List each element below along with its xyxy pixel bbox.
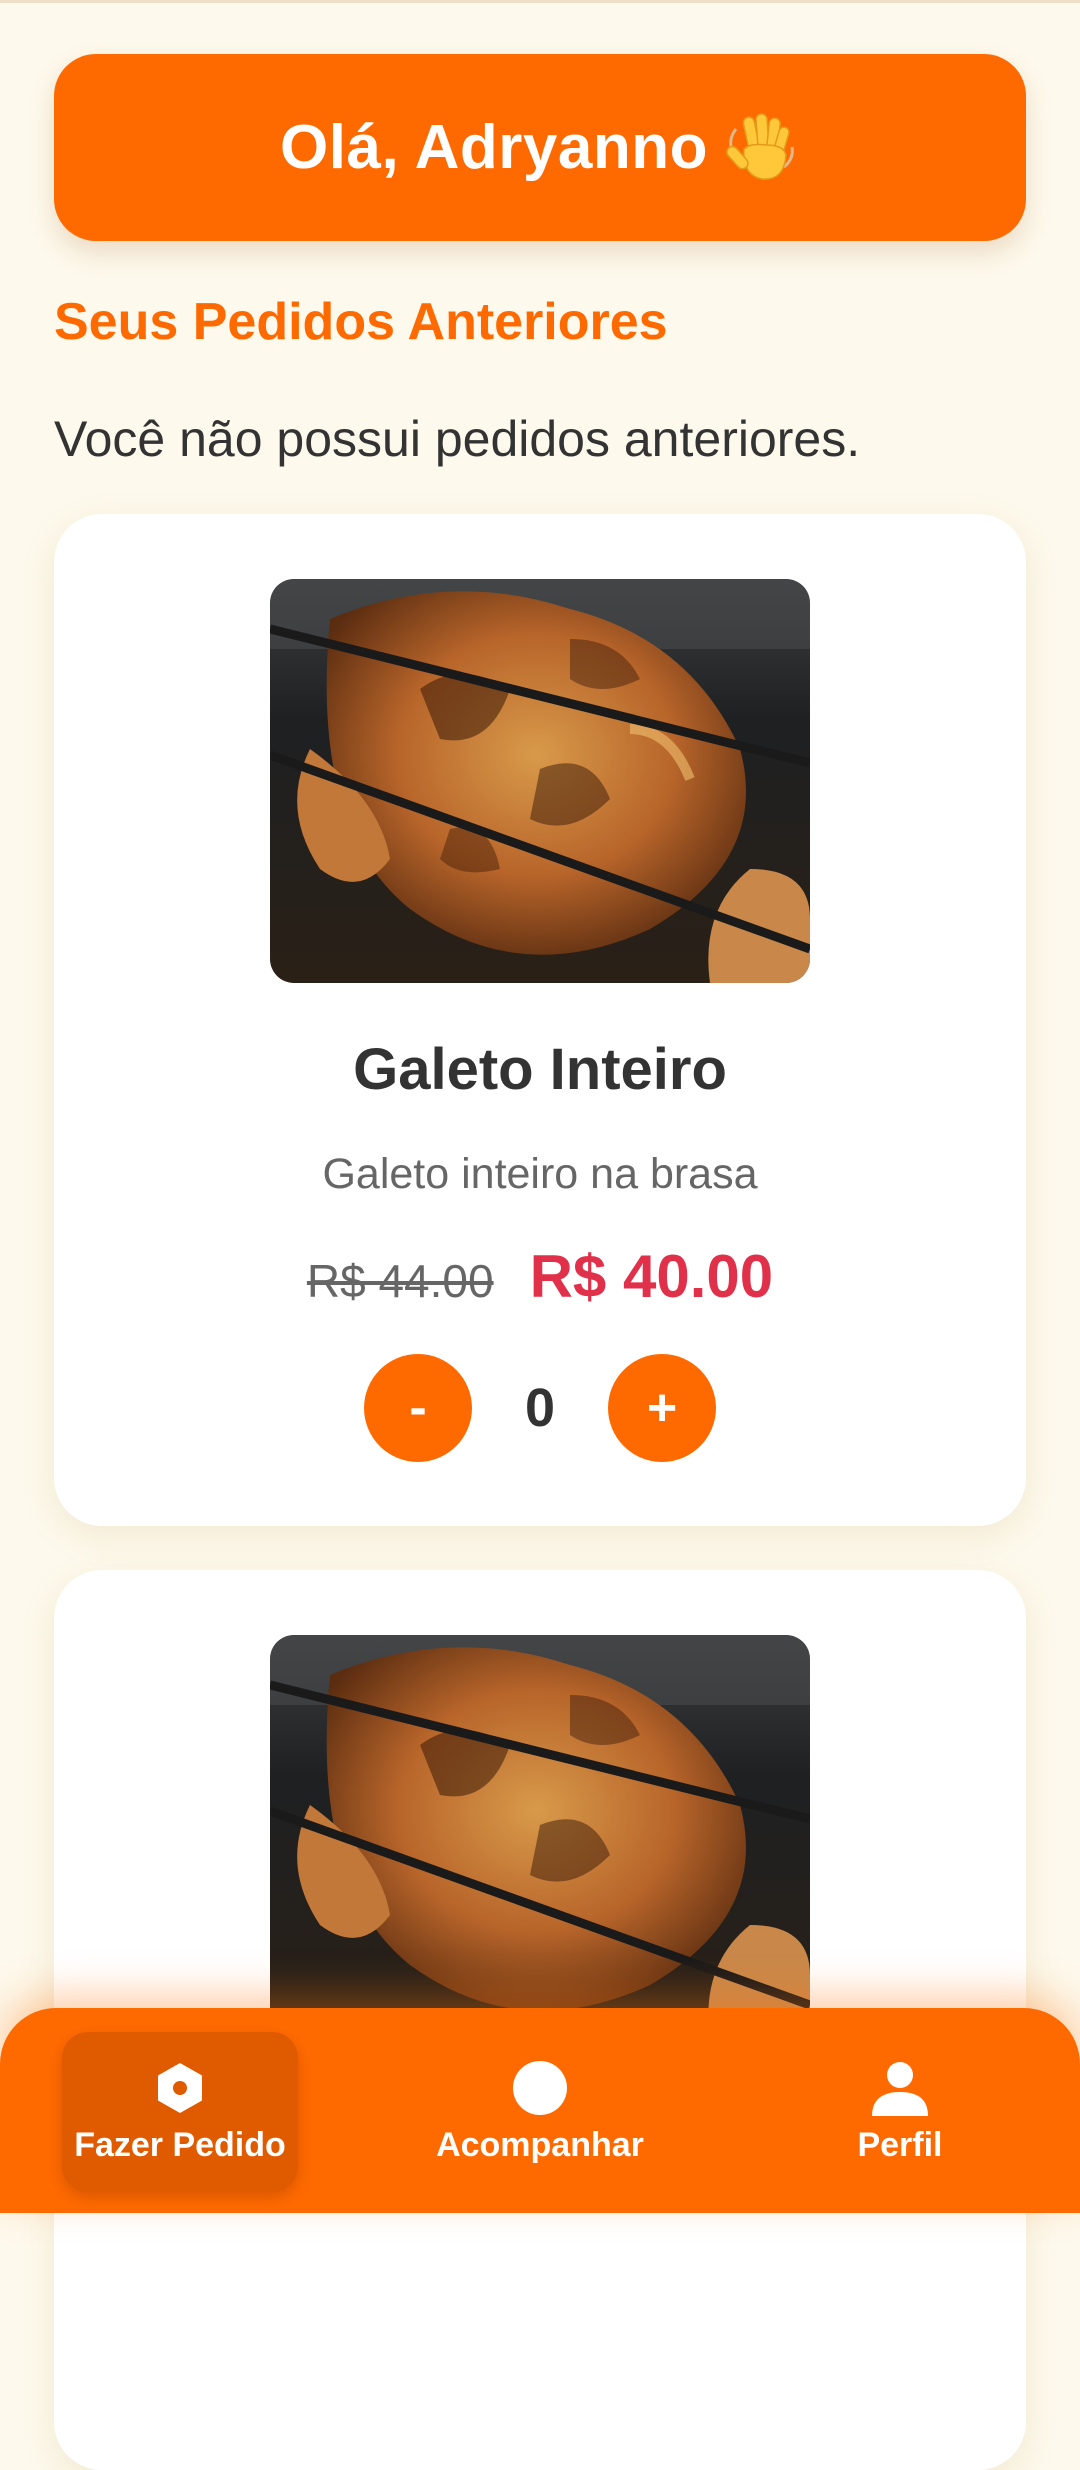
product-image [270,1635,810,2039]
nav-label: Acompanhar [436,2125,644,2164]
empty-orders-message: Você não possui pedidos anteriores. [54,411,861,467]
product-description: Galeto inteiro na brasa [322,1150,758,1198]
increment-button[interactable]: + [608,1354,716,1462]
discounted-price: R$ 40.00 [529,1243,774,1310]
product-card: Galeto Inteiro Galeto inteiro na brasa R… [54,514,1026,1526]
decrement-button[interactable]: - [364,1354,472,1462]
previous-orders-title: Seus Pedidos Anteriores [54,293,668,351]
circle-icon [513,2060,567,2115]
product-name: Galeto Inteiro [353,1037,727,1102]
bottom-navigation: Fazer Pedido Acompanhar Perfil [0,2008,1080,2213]
greeting-text: Olá, Adryanno [280,113,708,182]
quantity-value: 0 [524,1378,556,1438]
top-divider [0,0,1080,3]
nav-item-fazer-pedido[interactable]: Fazer Pedido [62,2032,298,2192]
nav-label: Fazer Pedido [74,2125,286,2164]
person-icon [872,2061,928,2116]
waving-hand-icon [722,109,800,187]
nav-item-acompanhar[interactable]: Acompanhar [410,2032,670,2192]
quantity-stepper: - 0 + [54,1354,1026,1462]
price-row: R$ 44.00 R$ 40.00 [54,1242,1026,1311]
original-price: R$ 44.00 [306,1255,494,1307]
product-image [270,579,810,983]
nav-label: Perfil [857,2125,943,2164]
nav-item-perfil[interactable]: Perfil [800,2032,1000,2192]
hexagon-icon [158,2062,202,2113]
greeting-banner: Olá, Adryanno [54,54,1026,241]
